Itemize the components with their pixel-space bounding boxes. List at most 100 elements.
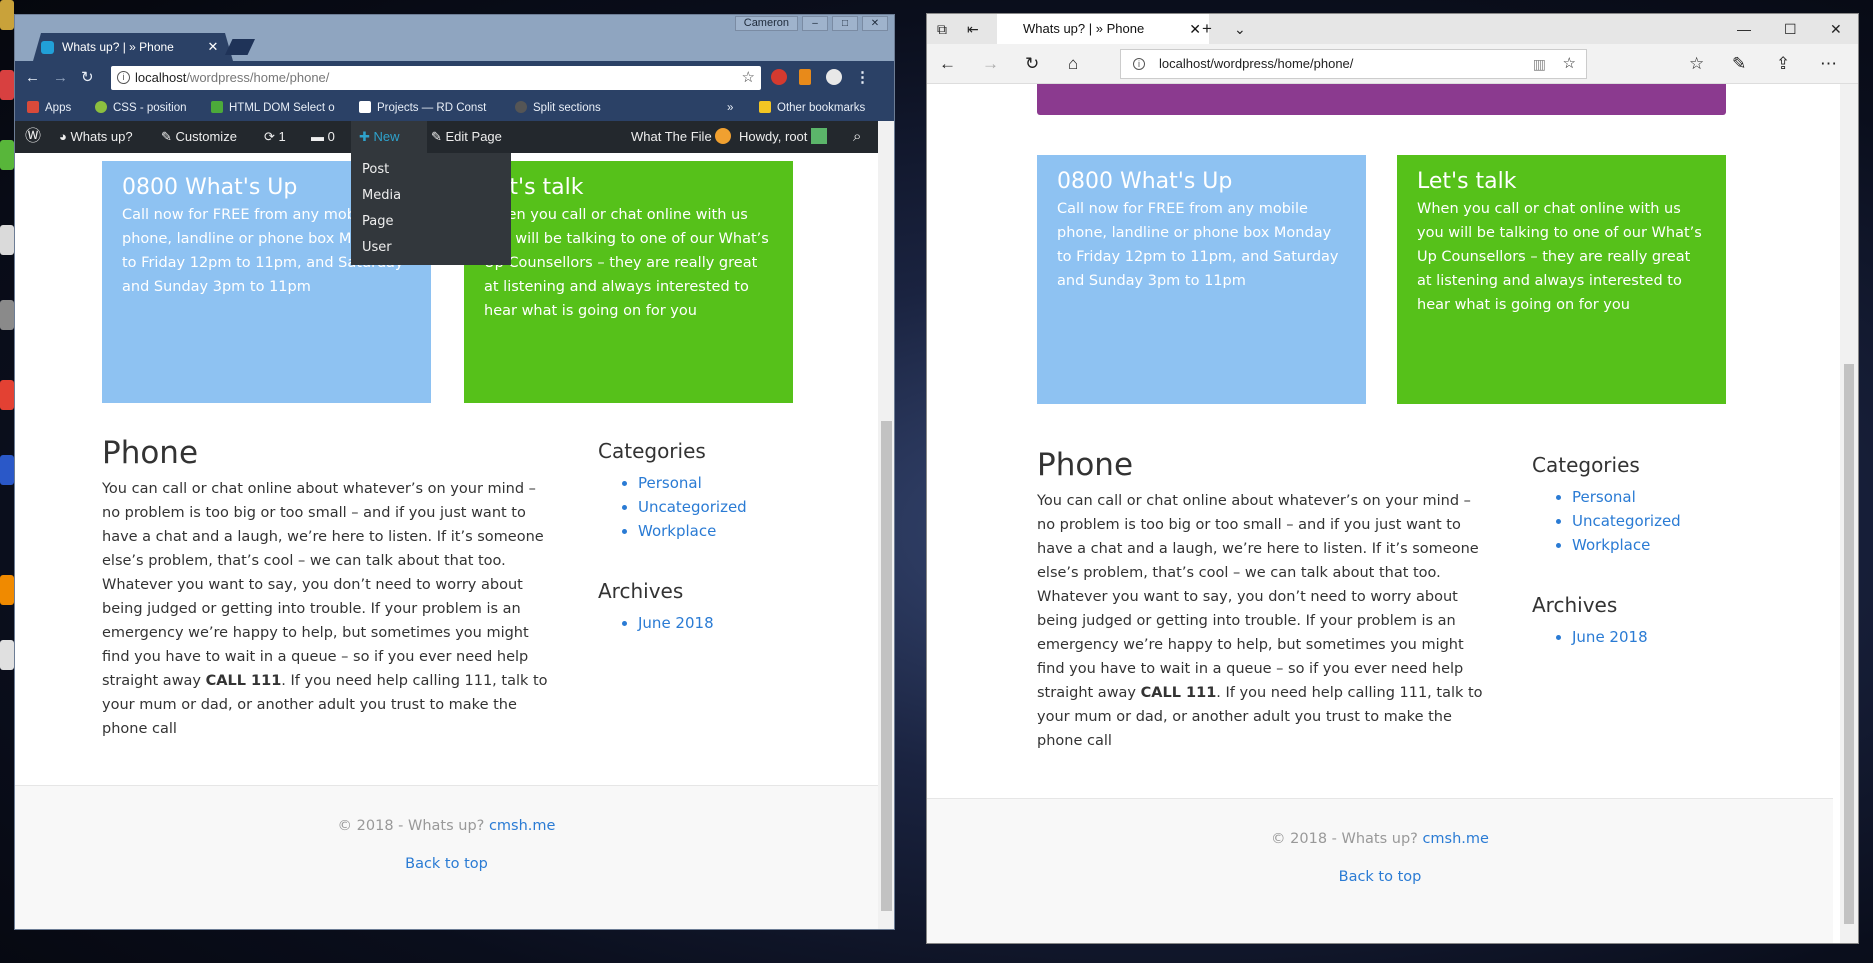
web-note-icon[interactable]: ✎ [1732,54,1746,74]
category-link-personal[interactable]: Personal [1572,485,1732,509]
category-link-personal[interactable]: Personal [638,471,798,495]
close-tab-icon[interactable]: ✕ [1189,14,1201,44]
desktop-icon-vlc[interactable] [0,575,14,605]
reload-icon[interactable]: ↻ [81,70,94,86]
box-title: Let's talk [484,175,584,200]
category-link-workplace[interactable]: Workplace [1572,533,1732,557]
bookmarks-overflow-icon[interactable]: » [727,101,733,115]
tab-preview-chevron-icon[interactable]: ⌄ [1234,14,1246,44]
bookmark-other[interactable]: Other bookmarks [759,101,865,115]
category-link-uncategorized[interactable]: Uncategorized [638,495,798,519]
extension-shield-icon[interactable] [771,69,787,85]
archive-link-june-2018[interactable]: June 2018 [638,611,798,635]
wp-site-name[interactable]: ◕ Whats up? [59,121,133,153]
close-window-button[interactable]: ✕ [862,16,888,31]
comment-icon: ▬ [311,129,328,144]
back-arrow-icon[interactable]: ← [939,54,956,74]
home-icon[interactable]: ⌂ [1068,54,1078,74]
back-to-top-link[interactable]: Back to top [1339,869,1422,885]
category-link-uncategorized[interactable]: Uncategorized [1572,509,1732,533]
maximize-button[interactable]: □ [832,16,858,31]
desktop-icon-folder[interactable] [0,0,14,30]
new-user-item[interactable]: User [351,235,511,261]
close-window-button[interactable]: ✕ [1830,14,1842,44]
plugin-label: What The File [631,129,712,144]
wp-new-menu[interactable]: ✚ New [351,121,427,153]
desktop-icon-shortcut[interactable] [0,455,14,485]
refresh-icon[interactable]: ↻ [1025,54,1039,74]
blue-info-box: 0800 What's Up Call now for FREE from an… [1037,155,1366,404]
more-menu-icon[interactable]: ⋯ [1820,54,1837,74]
desktop-icon-explorer[interactable] [0,300,14,330]
address-bar[interactable]: i localhost/wordpress/home/phone/ ☆ [111,66,761,90]
url-text: localhost/wordpress/home/phone/ [1159,56,1354,71]
desktop-icon-chrome[interactable] [0,380,14,410]
bookmark-apps[interactable]: Apps [27,101,71,115]
forward-arrow-icon[interactable]: → [53,70,68,86]
edge-tab[interactable]: Whats up? | » Phone ✕ [997,14,1209,44]
search-icon[interactable]: ⌕ [853,121,861,153]
box-title: Let's talk [1417,169,1517,194]
desktop-icon-drive[interactable] [0,225,14,255]
maximize-button[interactable]: ☐ [1784,14,1797,44]
reading-view-icon[interactable]: ▥ [1533,50,1546,78]
category-link-workplace[interactable]: Workplace [638,519,798,543]
favorite-star-icon[interactable]: ☆ [1563,50,1576,78]
sidebar-widgets: Categories Personal Uncategorized Workpl… [598,437,798,635]
bookmark-projects[interactable]: Projects — RD Const [359,101,486,115]
bookmark-html-dom[interactable]: HTML DOM Select o [211,101,335,115]
favorites-hub-icon[interactable]: ☆ [1689,54,1704,74]
scrollbar-thumb[interactable] [881,421,892,911]
desktop-icon-utorrent[interactable] [0,140,14,170]
edge-window: ⧉ ⇤ Whats up? | » Phone ✕ + ⌄ — ☐ ✕ ← → … [926,13,1859,944]
share-icon[interactable]: ⇪ [1776,54,1790,74]
set-aside-tabs-icon[interactable]: ⇤ [967,14,979,44]
wordpress-logo-icon[interactable]: Ⓦ [25,121,41,153]
tabs-aside-icon[interactable]: ⧉ [937,14,947,44]
wp-comments[interactable]: ▬ 0 [311,121,335,153]
footer-link[interactable]: cmsh.me [1422,831,1489,847]
forward-arrow-icon[interactable]: → [982,54,999,74]
footer-link[interactable]: cmsh.me [489,818,556,834]
new-media-item[interactable]: Media [351,183,511,209]
wp-customize[interactable]: ✎ Customize [161,121,237,153]
address-bar[interactable]: i localhost/wordpress/home/phone/ ▥ ☆ [1120,49,1587,79]
desktop-icon-other[interactable] [0,640,14,670]
bookmark-star-icon[interactable]: ☆ [742,66,755,90]
new-tab-button[interactable] [225,39,255,55]
site-info-icon[interactable]: i [117,71,130,84]
extension-flag-icon[interactable] [799,69,811,85]
folder-icon [759,101,771,113]
chrome-menu-icon[interactable]: ⋮ [855,70,870,86]
wp-howdy[interactable]: Howdy, root [739,121,828,153]
close-tab-icon[interactable]: ✕ [205,33,221,61]
scrollbar-thumb[interactable] [1844,364,1854,924]
box-text: When you call or chat online with us you… [484,207,769,319]
desktop-icon-app[interactable] [0,70,14,100]
browser-tab[interactable]: Whats up? | » Phone ✕ [33,33,233,61]
site-info-icon[interactable]: i [1133,58,1145,70]
wp-what-the-file[interactable]: What The File [631,121,732,153]
link-label: Personal [638,474,702,492]
archive-link-june-2018[interactable]: June 2018 [1572,625,1732,649]
extension-circle-icon[interactable] [826,69,842,85]
new-tab-icon[interactable]: + [1202,14,1212,44]
customize-label: Customize [175,129,237,144]
minimize-button[interactable]: – [802,16,828,31]
chrome-scrollbar[interactable] [878,121,894,929]
site-footer: © 2018 - Whats up? cmsh.me Back to top [927,798,1833,943]
minimize-button[interactable]: — [1737,14,1751,44]
chrome-tab-strip: Cameron – □ ✕ Whats up? | » Phone ✕ [15,15,894,61]
updates-count: 1 [278,129,286,144]
wp-updates[interactable]: ⟳ 1 [264,121,286,153]
bookmark-css-position[interactable]: CSS - position [95,101,187,115]
edge-scrollbar[interactable] [1840,84,1858,943]
new-page-item[interactable]: Page [351,209,511,235]
profile-button[interactable]: Cameron [734,16,798,31]
bookmark-split-sections[interactable]: Split sections [515,101,601,115]
new-post-item[interactable]: Post [351,157,511,183]
bookmark-label: Projects — RD Const [377,102,487,114]
wp-edit-page[interactable]: ✎ Edit Page [431,121,502,153]
back-arrow-icon[interactable]: ← [25,70,40,86]
back-to-top-link[interactable]: Back to top [405,856,488,872]
